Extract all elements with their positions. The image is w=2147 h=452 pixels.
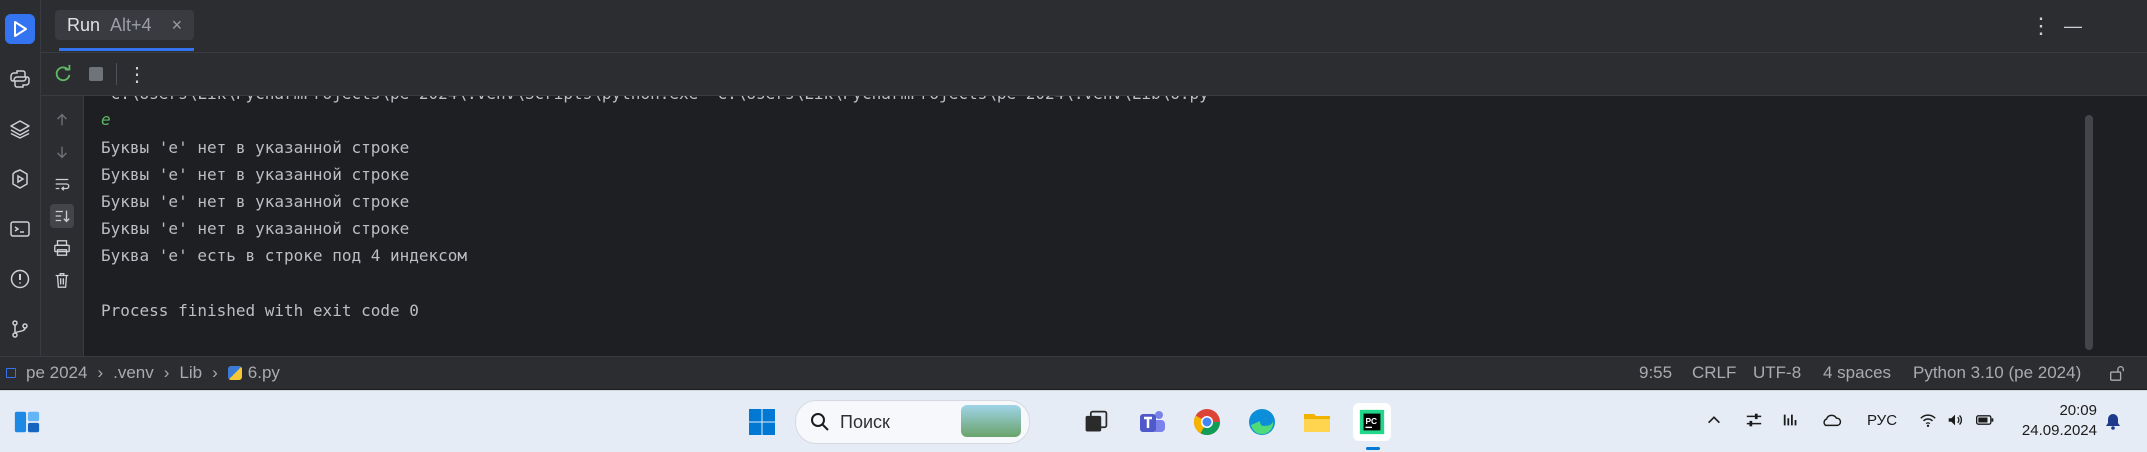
pycharm-icon[interactable]: PC — [1353, 403, 1391, 441]
arrow-up-icon[interactable] — [50, 108, 74, 132]
clock-date: 24.09.2024 — [2021, 422, 2097, 439]
console-output-line: Буквы 'е' нет в указанной строке — [101, 165, 410, 184]
console-exit-line: Process finished with exit code 0 — [101, 301, 419, 320]
terminal-icon — [10, 221, 30, 237]
search-icon — [811, 413, 829, 431]
print-icon[interactable] — [50, 236, 74, 260]
tool-window-strip — [0, 0, 41, 356]
breadcrumb-separator: › — [97, 363, 104, 382]
more-options-icon[interactable]: ⋮ — [2029, 13, 2053, 38]
console-output-line: Буква 'е' есть в строке под 4 индексом — [101, 246, 468, 265]
tab-run[interactable]: Run Alt+4 × — [55, 10, 195, 40]
search-highlight-image — [961, 405, 1021, 437]
trash-icon[interactable] — [50, 268, 74, 292]
run-toolbar: ⋮ — [41, 53, 2147, 96]
problems-button[interactable] — [5, 264, 35, 294]
stop-icon[interactable] — [84, 62, 108, 86]
toolbar-separator — [116, 63, 117, 85]
tab-run-label: Run — [67, 14, 101, 35]
terminal-button[interactable] — [5, 214, 35, 244]
tab-run-shortcut: Alt+4 — [110, 14, 152, 35]
close-icon[interactable]: × — [172, 15, 183, 36]
task-view-icon[interactable] — [1077, 403, 1115, 441]
console-output-line: Буквы 'е' нет в указанной строке — [101, 192, 410, 211]
notifications-bell-icon[interactable] — [2103, 411, 2123, 436]
run-tool-window-header: Run Alt+4 × ⋮ — — [41, 0, 2147, 53]
start-icon[interactable] — [743, 403, 781, 441]
breadcrumb: pe 2024 › .venv › Lib › 6.py — [6, 363, 280, 383]
console-side-toolbar — [41, 96, 84, 356]
arrow-down-icon[interactable] — [50, 140, 74, 164]
python-console-button[interactable] — [5, 64, 35, 94]
breadcrumb-lib[interactable]: Lib — [179, 363, 202, 383]
file-explorer-icon[interactable] — [1298, 403, 1336, 441]
taskbar-search-box[interactable]: Поиск — [795, 400, 1030, 444]
windows-taskbar: Поиск PC РУС 20:09 24.09.2024 — [0, 390, 2147, 452]
chrome-icon[interactable] — [1188, 403, 1226, 441]
interpreter-selector[interactable]: Python 3.10 (pe 2024) — [1913, 363, 2081, 383]
chevron-up-icon[interactable] — [1705, 411, 1723, 434]
breadcrumb-separator: › — [163, 363, 170, 382]
system-clock[interactable]: 20:09 24.09.2024 — [2022, 401, 2097, 441]
console-scrollbar[interactable] — [2085, 115, 2093, 350]
audio-levels-icon[interactable] — [1782, 411, 1800, 434]
encoding-selector[interactable]: UTF-8 — [1753, 363, 1801, 383]
console-output[interactable]: C:\Users\Lik\PycharmProjects\pe 2024\.ve… — [84, 96, 2080, 354]
active-app-indicator — [1366, 447, 1380, 450]
speaker-icon[interactable] — [1946, 411, 1964, 434]
search-placeholder: Поиск — [840, 412, 890, 432]
scroll-to-end-icon[interactable] — [50, 204, 74, 228]
console-output-line: Буквы 'е' нет в указанной строке — [101, 138, 410, 157]
wifi-icon[interactable] — [1919, 411, 1937, 434]
teams-icon[interactable] — [1133, 403, 1171, 441]
breadcrumb-separator: › — [212, 363, 218, 382]
breadcrumb-venv[interactable]: .venv — [113, 363, 154, 383]
soft-wrap-icon[interactable] — [50, 172, 74, 196]
services-button[interactable] — [5, 164, 35, 194]
breadcrumb-project[interactable]: pe 2024 — [26, 363, 87, 383]
run-tool-button[interactable] — [5, 14, 35, 44]
rerun-icon[interactable] — [51, 62, 75, 86]
status-bar: pe 2024 › .venv › Lib › 6.py 9:55 CRLF U… — [0, 356, 2147, 389]
console-user-input: е — [101, 110, 111, 129]
edge-icon[interactable] — [1243, 403, 1281, 441]
more-actions-icon[interactable]: ⋮ — [125, 62, 149, 86]
lock-icon[interactable] — [2108, 364, 2126, 387]
breadcrumb-file[interactable]: 6.py — [248, 363, 280, 383]
problems-icon — [10, 269, 30, 289]
project-icon — [6, 368, 16, 378]
line-ending-selector[interactable]: CRLF — [1692, 363, 1736, 383]
version-control-button[interactable] — [5, 314, 35, 344]
language-indicator[interactable]: РУС — [1867, 412, 1897, 429]
active-tab-indicator — [59, 48, 194, 51]
caret-position[interactable]: 9:55 — [1639, 363, 1672, 383]
console-output-line: Буквы 'е' нет в указанной строке — [101, 219, 410, 238]
minimize-icon[interactable]: — — [2061, 14, 2085, 38]
onedrive-icon[interactable] — [1820, 411, 1842, 434]
svg-text:PC: PC — [1365, 416, 1377, 426]
python-file-icon — [227, 366, 242, 380]
sliders-icon[interactable] — [1745, 411, 1763, 434]
battery-icon[interactable] — [1975, 411, 1995, 434]
widgets-icon[interactable] — [8, 403, 46, 441]
layers-icon — [10, 120, 30, 139]
run-icon — [14, 21, 27, 37]
clock-time: 20:09 — [2059, 402, 2097, 419]
console-command-line: C:\Users\Lik\PycharmProjects\pe 2024\.ve… — [101, 96, 1219, 106]
python-packages-button[interactable] — [5, 114, 35, 144]
python-icon — [10, 70, 30, 88]
services-icon — [12, 169, 28, 189]
indent-selector[interactable]: 4 spaces — [1823, 363, 1891, 383]
git-branch-icon — [12, 320, 28, 338]
